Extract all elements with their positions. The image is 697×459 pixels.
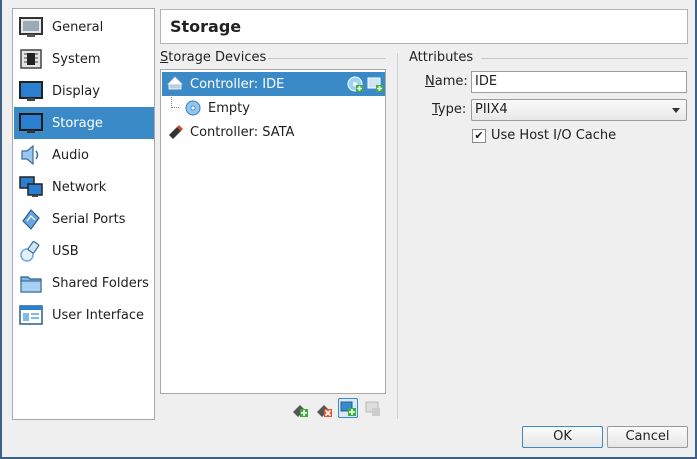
sidebar-item-label: USB	[52, 243, 79, 259]
type-label-rest: ype:	[437, 102, 467, 117]
tree-item-controller-ide[interactable]: Controller: IDE	[162, 72, 385, 96]
storage-tree[interactable]: Controller: IDE Empty Controller: SATA	[160, 69, 386, 394]
use-host-io-cache-label[interactable]: Use Host I/O Cache	[491, 128, 616, 143]
type-select-value: PIIX4	[475, 102, 508, 117]
tree-item-empty[interactable]: Empty	[162, 94, 385, 120]
tree-item-label: Controller: SATA	[190, 124, 295, 140]
name-label: Name:	[425, 74, 468, 89]
sidebar-item-serial-ports[interactable]: Serial Ports	[14, 203, 154, 235]
sidebar-item-label: Audio	[52, 147, 89, 163]
sidebar-item-system[interactable]: System	[14, 43, 154, 75]
type-select[interactable]: PIIX4	[471, 99, 687, 121]
use-host-io-cache-checkbox[interactable]: ✔	[472, 129, 486, 143]
shared-folders-icon	[19, 271, 43, 295]
add-attachment-button[interactable]	[338, 398, 358, 418]
tree-item-controller-sata[interactable]: Controller: SATA	[162, 120, 385, 144]
serial-ports-icon	[19, 207, 43, 231]
sidebar-item-storage[interactable]: Storage	[14, 107, 154, 139]
panel-separator	[397, 53, 398, 419]
add-hard-disk-icon[interactable]	[367, 76, 383, 92]
storage-icon	[19, 111, 43, 135]
user-interface-icon	[19, 303, 43, 327]
usb-icon	[19, 239, 43, 263]
sidebar-item-label: Shared Folders	[52, 275, 149, 291]
sidebar-item-label: User Interface	[52, 307, 144, 323]
add-attachment-icon	[340, 401, 356, 416]
general-icon	[19, 15, 43, 39]
sidebar-item-network[interactable]: Network	[14, 171, 154, 203]
audio-icon	[19, 143, 43, 167]
remove-attachment-button[interactable]	[364, 399, 384, 419]
sidebar-item-shared-folders[interactable]: Shared Folders	[14, 267, 154, 299]
add-optical-drive-icon[interactable]	[347, 76, 363, 92]
name-label-rest: ame:	[434, 74, 468, 89]
page-title: Storage	[170, 17, 242, 36]
cancel-button[interactable]: Cancel	[607, 426, 688, 448]
remove-controller-button[interactable]	[314, 399, 334, 419]
tree-item-label: Empty	[208, 100, 250, 116]
ok-button[interactable]: OK	[522, 426, 603, 448]
remove-attachment-icon	[365, 401, 380, 416]
sidebar-item-usb[interactable]: USB	[14, 235, 154, 267]
settings-sidebar: General System Display Storage Audio Net…	[12, 8, 155, 420]
type-label: Type:	[432, 102, 466, 117]
group-divider	[481, 58, 688, 59]
sidebar-item-label: Network	[52, 179, 107, 195]
optical-disc-icon	[185, 100, 201, 116]
sidebar-item-label: Display	[52, 83, 100, 99]
ide-controller-icon	[166, 75, 184, 93]
name-input[interactable]: IDE	[471, 71, 687, 93]
remove-controller-icon	[317, 405, 332, 417]
sidebar-item-label: System	[52, 51, 101, 67]
system-icon	[19, 47, 43, 71]
sidebar-item-user-interface[interactable]: User Interface	[14, 299, 154, 331]
add-controller-icon	[293, 405, 308, 417]
sidebar-item-label: Serial Ports	[52, 211, 126, 227]
sidebar-item-label: Storage	[52, 115, 103, 131]
network-icon	[19, 175, 43, 199]
sidebar-item-label: General	[52, 19, 104, 35]
sidebar-item-audio[interactable]: Audio	[14, 139, 154, 171]
display-icon	[19, 79, 43, 103]
tree-branch-line	[171, 94, 179, 108]
storage-devices-title: Storage Devices	[160, 50, 266, 65]
storage-devices-title-rest: torage Devices	[168, 50, 267, 65]
settings-window: General System Display Storage Audio Net…	[0, 0, 697, 459]
attributes-title: Attributes	[409, 50, 474, 65]
sidebar-item-display[interactable]: Display	[14, 75, 154, 107]
sidebar-item-general[interactable]: General	[14, 11, 154, 43]
chevron-down-icon	[672, 108, 680, 113]
name-label-mnemonic: N	[425, 74, 435, 89]
sata-controller-icon	[166, 123, 184, 141]
group-divider	[268, 58, 386, 59]
tree-item-label: Controller: IDE	[190, 76, 285, 92]
add-controller-button[interactable]	[290, 399, 310, 419]
page-title-box: Storage	[160, 9, 688, 44]
